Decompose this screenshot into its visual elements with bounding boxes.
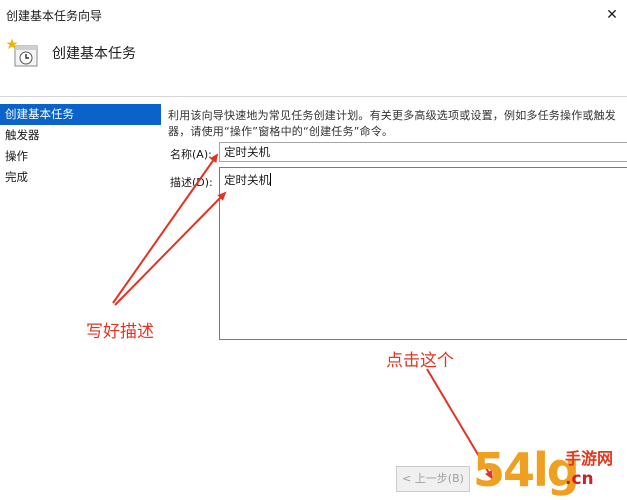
arrow-to-name-field <box>112 153 219 304</box>
watermark-game-text: 手游网 <box>565 449 614 468</box>
annotation-write-description: 写好描述 <box>86 322 154 342</box>
watermark-url: .cn <box>565 469 594 489</box>
watermark-logo: 54lg <box>473 443 580 497</box>
site-watermark: 54lg 手游网 .cn <box>473 447 623 497</box>
back-button[interactable]: < 上一步(B) <box>396 466 470 492</box>
annotation-click-this: 点击这个 <box>386 351 454 371</box>
arrow-to-description-field <box>114 191 227 306</box>
annotation-arrows <box>112 153 494 480</box>
